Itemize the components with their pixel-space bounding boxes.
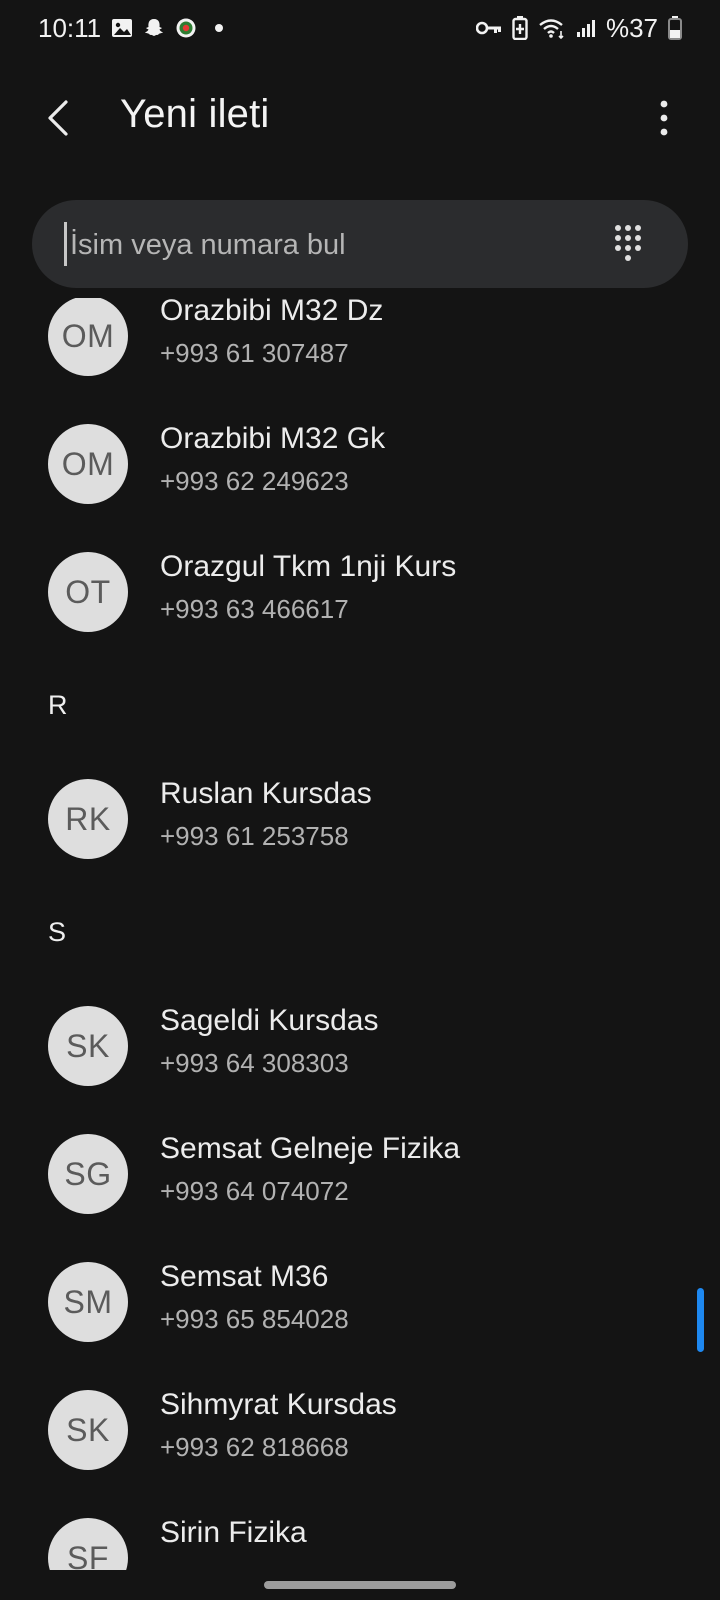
contact-name: Semsat Gelneje Fizika (160, 1132, 461, 1165)
contact-phone: +993 62 818668 (160, 1432, 349, 1462)
contact-name: Ruslan Kursdas (160, 777, 372, 810)
notification-dot (215, 24, 224, 32)
section-letter: R (48, 690, 68, 720)
back-button[interactable] (30, 90, 86, 146)
section-letter: S (48, 917, 67, 947)
more-options-button[interactable] (636, 90, 692, 146)
wifi-icon (538, 17, 566, 39)
avatar: SM (48, 1262, 128, 1342)
battery-saver-icon (512, 16, 528, 40)
back-arrow-icon (48, 100, 68, 136)
contact-phone: +993 65 854028 (160, 1304, 349, 1334)
contact-phone: +993 61 253758 (160, 821, 349, 851)
contact-name: Sihmyrat Kursdas (160, 1388, 397, 1421)
app-badge-icon (175, 17, 197, 39)
contact-phone: +993 63 466617 (160, 594, 349, 624)
contact-row[interactable]: OT Orazgul Tkm 1nji Kurs +993 63 466617 (0, 528, 720, 656)
screen: 10:11 %37 Yeni ileti İsim veya numara bu… (0, 0, 720, 1600)
section-header: S (0, 883, 720, 982)
contact-name: Orazgul Tkm 1nji Kurs (160, 550, 457, 583)
app-bar: Yeni ileti (0, 70, 720, 166)
section-header: R (0, 656, 720, 755)
vpn-key-icon (475, 20, 502, 36)
home-indicator[interactable] (264, 1581, 456, 1589)
contact-row[interactable]: RK Ruslan Kursdas +993 61 253758 (0, 755, 720, 883)
contact-name: Orazbibi M32 Dz (160, 298, 384, 327)
contact-phone: +993 64 074072 (160, 1176, 349, 1206)
avatar: SK (48, 1006, 128, 1086)
contact-phone: +993 62 249623 (160, 466, 349, 496)
snapchat-icon (143, 17, 165, 39)
search-input[interactable] (68, 200, 592, 290)
contact-row[interactable]: OM Orazbibi M32 Gk +993 62 249623 (0, 400, 720, 528)
contact-name: Semsat M36 (160, 1260, 329, 1293)
avatar: RK (48, 779, 128, 859)
avatar: OM (48, 424, 128, 504)
more-vert-icon (660, 100, 668, 136)
scrollbar-thumb[interactable] (697, 1288, 704, 1352)
dialpad-button[interactable] (606, 222, 650, 266)
contact-row[interactable]: SK Sageldi Kursdas +993 64 308303 (0, 982, 720, 1110)
contact-name: Sageldi Kursdas (160, 1004, 379, 1037)
contact-phone: +993 61 307487 (160, 338, 349, 368)
dialpad-icon (615, 225, 641, 261)
contact-name: Sirin Fizika (160, 1516, 307, 1549)
contact-row[interactable]: SM Semsat M36 +993 65 854028 (0, 1238, 720, 1366)
battery-percent: %37 (605, 12, 658, 43)
contact-list-items: OM Orazbibi M32 Dz +993 61 307487 OM Orazbib… (0, 298, 720, 1570)
avatar: SK (48, 1390, 128, 1470)
avatar: OM (48, 298, 128, 376)
contact-list[interactable]: OM Orazbibi M32 Dz +993 61 307487 OM Orazbib… (0, 298, 720, 1570)
avatar: SF (48, 1518, 128, 1570)
contact-row[interactable]: SF Sirin Fizika (0, 1494, 720, 1570)
status-right: %37 (475, 12, 682, 44)
status-left: 10:11 (38, 12, 224, 44)
contact-row[interactable]: SG Semsat Gelneje Fizika +993 64 074072 (0, 1110, 720, 1238)
avatar: OT (48, 552, 128, 632)
gallery-icon (111, 17, 133, 39)
page-title: Yeni ileti (120, 92, 270, 136)
search-bar (32, 200, 688, 290)
contact-row[interactable]: SK Sihmyrat Kursdas +993 62 818668 (0, 1366, 720, 1494)
battery-icon (668, 16, 682, 40)
signal-icon (576, 18, 596, 38)
status-bar: 10:11 %37 (0, 0, 720, 56)
status-time: 10:11 (38, 12, 102, 43)
avatar: SG (48, 1134, 128, 1214)
text-cursor (64, 222, 67, 266)
contact-name: Orazbibi M32 Gk (160, 422, 386, 455)
contact-row[interactable]: OM Orazbibi M32 Dz +993 61 307487 (0, 298, 720, 400)
contact-phone: +993 64 308303 (160, 1048, 349, 1078)
